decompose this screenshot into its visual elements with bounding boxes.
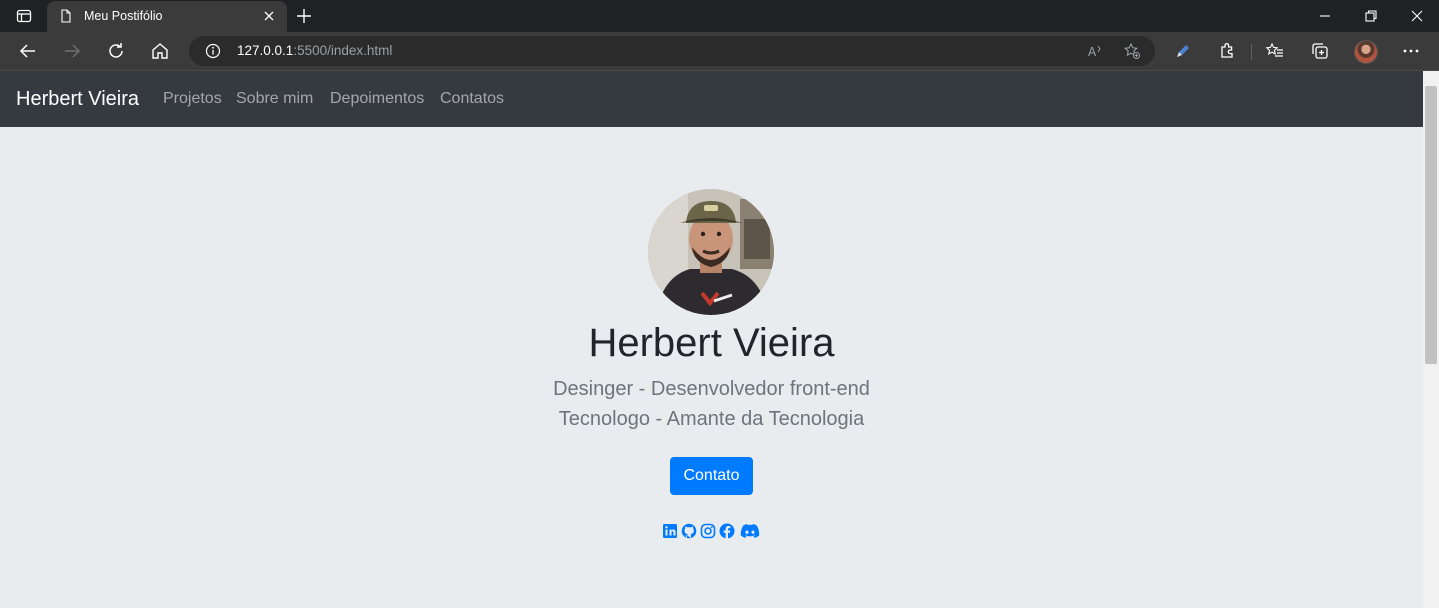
address-bar[interactable]: 127.0.0.1:5500/index.html A: [189, 36, 1155, 66]
facebook-icon[interactable]: [719, 523, 735, 539]
url-text[interactable]: 127.0.0.1:5500/index.html: [237, 43, 392, 58]
browser-toolbar: 127.0.0.1:5500/index.html A: [0, 32, 1439, 70]
new-tab-icon[interactable]: [294, 6, 314, 26]
svg-text:A: A: [1088, 45, 1097, 59]
site-navbar: Herbert Vieira Projetos Sobre mim Depoim…: [0, 71, 1423, 127]
nav-link-depoimentos[interactable]: Depoimentos: [330, 90, 424, 108]
instagram-icon[interactable]: [700, 523, 716, 539]
nav-link-sobre-mim[interactable]: Sobre mim: [236, 90, 313, 108]
linkedin-icon[interactable]: [662, 523, 678, 539]
minimize-icon[interactable]: [1315, 6, 1335, 26]
toolbar-divider: [1251, 44, 1252, 60]
home-icon[interactable]: [150, 41, 170, 61]
tab-title: Meu Postifólio: [84, 9, 163, 23]
profile-photo: [648, 189, 774, 315]
restore-icon[interactable]: [1361, 6, 1381, 26]
profile-avatar[interactable]: [1354, 40, 1378, 64]
hero-subtitle-line-1: Desinger - Desenvolvedor front-end: [553, 378, 870, 400]
discord-icon[interactable]: [740, 523, 760, 539]
github-icon[interactable]: [681, 523, 697, 539]
nav-link-projetos[interactable]: Projetos: [163, 90, 222, 108]
tab-actions-icon[interactable]: [10, 6, 38, 26]
close-window-icon[interactable]: [1407, 6, 1427, 26]
extensions-icon[interactable]: [1217, 41, 1237, 61]
back-icon[interactable]: [18, 41, 38, 61]
hero-section: Herbert Vieira Desinger - Desenvolvedor …: [0, 127, 1423, 608]
nav-link-contatos[interactable]: Contatos: [440, 90, 504, 108]
site-info-icon[interactable]: [205, 43, 221, 59]
contact-button[interactable]: Contato: [670, 457, 753, 495]
hero-name: Herbert Vieira: [588, 321, 835, 365]
more-menu-icon[interactable]: [1401, 41, 1421, 61]
scrollbar-thumb[interactable]: [1425, 86, 1437, 364]
favorites-icon[interactable]: [1265, 41, 1285, 61]
browser-tab[interactable]: Meu Postifólio: [47, 1, 287, 32]
navbar-brand[interactable]: Herbert Vieira: [16, 88, 139, 111]
url-path: :5500/index.html: [293, 43, 393, 58]
browser-tab-strip: Meu Postifólio: [0, 0, 1439, 32]
forward-icon[interactable]: [62, 41, 82, 61]
reload-icon[interactable]: [106, 41, 126, 61]
close-tab-icon[interactable]: [262, 9, 276, 23]
pen-extension-icon[interactable]: [1173, 41, 1193, 61]
add-favorite-icon[interactable]: [1123, 42, 1141, 60]
hero-subtitle-line-2: Tecnologo - Amante da Tecnologia: [558, 408, 865, 430]
page-icon: [59, 9, 73, 23]
read-aloud-icon[interactable]: A: [1087, 42, 1105, 60]
collections-icon[interactable]: [1310, 41, 1330, 61]
url-host: 127.0.0.1: [237, 43, 294, 58]
